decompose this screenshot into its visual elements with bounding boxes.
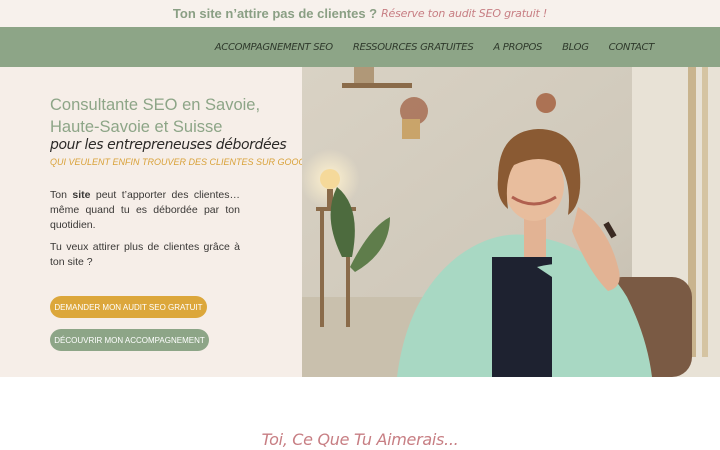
nav-item-ressources[interactable]: Ressources gratuites <box>353 42 474 53</box>
hero-title-line2: Haute-Savoie et Suisse <box>50 118 223 136</box>
audit-cta-button[interactable]: Demander mon audit SEO gratuit <box>50 296 207 318</box>
hero-photo-illustration <box>302 67 720 377</box>
hero-subtitle: pour les entrepreneuses débordées <box>50 137 287 153</box>
para1-prefix: Ton <box>50 189 73 201</box>
hero-title-line1: Consultante SEO en Savoie, <box>50 96 261 114</box>
announcement-text: Ton site n’attire pas de clientes ? <box>172 6 378 21</box>
hero-paragraph-1: Ton site peut t’apporter des clientes… m… <box>50 188 240 233</box>
announcement-link[interactable]: Réserve ton audit SEO gratuit ! <box>381 7 547 20</box>
nav-item-contact[interactable]: Contact <box>609 42 655 53</box>
hero-paragraph-2: Tu veux attirer plus de clientes grâce à… <box>50 241 240 268</box>
nav-item-a-propos[interactable]: A propos <box>493 42 542 53</box>
announcement-bar: Ton site n’attire pas de clientes ? Rése… <box>0 0 720 27</box>
para1-bold: site <box>72 189 91 201</box>
nav-item-blog[interactable]: Blog <box>562 42 589 53</box>
nav-item-accompagnement[interactable]: Accompagnement SEO <box>215 42 333 53</box>
main-nav: Accompagnement SEO Ressources gratuites … <box>0 27 720 67</box>
section-title: Toi, Ce Que Tu Aimerais... <box>261 430 459 449</box>
hero-tagline: qui veulent enfin trouver des clientes s… <box>50 157 317 167</box>
accompagnement-cta-button[interactable]: Découvrir mon accompagnement <box>50 329 209 351</box>
hero-photo <box>302 67 720 377</box>
